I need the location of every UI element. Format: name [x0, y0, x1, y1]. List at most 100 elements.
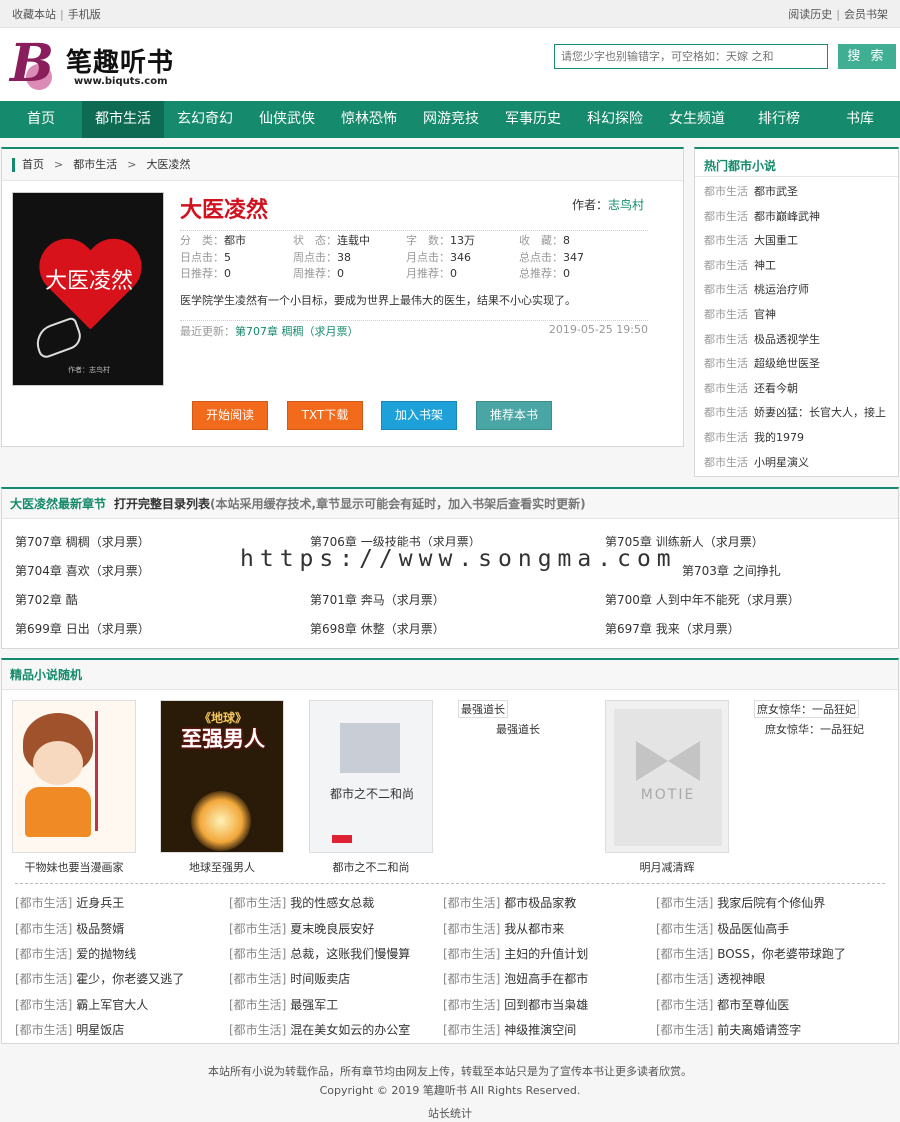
list-item[interactable]: [都市生活] 极品医仙高手: [656, 920, 789, 937]
member-shelf-link[interactable]: 会员书架: [844, 8, 888, 21]
breadcrumb-marker: [12, 158, 15, 172]
nav-female[interactable]: 女生频道: [656, 101, 738, 138]
txt-download-button[interactable]: TXT下载: [287, 401, 363, 430]
list-item[interactable]: 都市生活 极品透视学生: [704, 328, 886, 353]
nav-xianxia[interactable]: 仙侠武侠: [246, 101, 328, 138]
list-item[interactable]: 都市生活 都市武圣: [704, 180, 886, 205]
list-item[interactable]: [都市生活] 主妇的升值计划: [443, 945, 588, 962]
add-bookshelf-button[interactable]: 加入书架: [381, 401, 457, 430]
book-caption[interactable]: 地球至强男人: [160, 859, 284, 875]
stats-row: 日点击：5 周点击：38 月点击：346 总点击：347: [180, 250, 584, 264]
search-button[interactable]: 搜 索: [838, 44, 896, 69]
list-item[interactable]: [都市生活] 霍少，你老婆又逃了: [15, 970, 184, 987]
chapter-link[interactable]: 第700章 人到中年不能死（求月票）: [605, 591, 800, 608]
nav-games[interactable]: 网游竞技: [410, 101, 492, 138]
list-item[interactable]: [都市生活] 透视神眼: [656, 970, 765, 987]
list-item[interactable]: 都市生活 娇妻凶猛：长官大人，接上: [704, 401, 886, 426]
list-item[interactable]: [都市生活] 我的性感女总裁: [229, 894, 374, 911]
book-cover-thumb[interactable]: 《地球》 至强男人: [160, 700, 284, 853]
list-item[interactable]: [都市生活] 最强军工: [229, 996, 338, 1013]
list-item[interactable]: [都市生活] 近身兵王: [15, 894, 124, 911]
latest-chapter-link[interactable]: 第707章 稠稠（求月票）: [235, 325, 359, 338]
list-item[interactable]: 都市生活 桃运治疗师: [704, 278, 886, 303]
list-item[interactable]: 都市生活 还看今朝: [704, 377, 886, 402]
book-caption[interactable]: 最强道长: [496, 721, 540, 737]
list-item[interactable]: [都市生活] 回到都市当枭雄: [443, 996, 588, 1013]
chapter-link[interactable]: 第702章 酷: [15, 591, 78, 608]
reading-history-link[interactable]: 阅读历史: [788, 8, 832, 21]
chapter-link[interactable]: 第697章 我来（求月票）: [605, 620, 740, 637]
list-item[interactable]: [都市生活] 霸上军官大人: [15, 996, 148, 1013]
main-nav: 首页 都市生活 玄幻奇幻 仙侠武侠 惊林恐怖 网游竞技 军事历史 科幻探险 女生…: [0, 101, 900, 138]
start-reading-button[interactable]: 开始阅读: [192, 401, 268, 430]
list-item[interactable]: [都市生活] 极品赘婿: [15, 920, 124, 937]
bookmark-site-link[interactable]: 收藏本站: [12, 8, 56, 21]
watermark: https://www.songma.com: [240, 546, 677, 572]
list-item[interactable]: [都市生活] 神级推演空间: [443, 1021, 576, 1038]
list-item[interactable]: 都市生活 超级绝世医圣: [704, 352, 886, 377]
list-item[interactable]: 都市生活 官神: [704, 303, 886, 328]
chapter-link[interactable]: 第699章 日出（求月票）: [15, 620, 150, 637]
list-item[interactable]: [都市生活] 夏末晚良辰安好: [229, 920, 374, 937]
author-link[interactable]: 志鸟村: [608, 198, 644, 212]
list-item[interactable]: [都市生活] 我从都市来: [443, 920, 564, 937]
nav-ranking[interactable]: 排行榜: [738, 101, 820, 138]
site-logo[interactable]: B 笔趣听书 www.biquts.com: [10, 38, 190, 94]
list-item[interactable]: [都市生活] 泡妞高手在都市: [443, 970, 588, 987]
nav-urban[interactable]: 都市生活: [82, 101, 164, 138]
book-cover-thumb[interactable]: [12, 700, 136, 853]
recommend-book-button[interactable]: 推荐本书: [476, 401, 552, 430]
list-item[interactable]: [都市生活] BOSS，你老婆带球跑了: [656, 945, 846, 962]
book-stats: 分 类：都市 状 态：连载中 字 数：13万 收 藏：8 日点击：5 周点击：3…: [180, 230, 648, 283]
list-item[interactable]: 都市生活 都市巅峰武神: [704, 205, 886, 230]
book-caption[interactable]: 明月减清辉: [605, 859, 729, 875]
list-item[interactable]: [都市生活] 混在美女如云的办公室: [229, 1021, 410, 1038]
breadcrumb-home[interactable]: 首页: [22, 158, 44, 171]
anime-body-icon: [25, 787, 91, 837]
broken-cover-alt[interactable]: 最强道长: [458, 700, 508, 718]
broken-cover-alt[interactable]: 庶女惊华：一品狂妃: [754, 700, 859, 718]
list-item[interactable]: 都市生活 神工: [704, 254, 886, 279]
calligraphy-icon: [95, 711, 125, 831]
book-cover-thumb[interactable]: 都市之不二和尚: [309, 700, 433, 853]
nav-fantasy[interactable]: 玄幻奇幻: [164, 101, 246, 138]
list-item[interactable]: 都市生活 大国重工: [704, 229, 886, 254]
divider: [695, 176, 898, 177]
book-cover-thumb[interactable]: MOTIE: [605, 700, 729, 853]
chapter-link[interactable]: 第698章 休整（求月票）: [310, 620, 445, 637]
list-item[interactable]: [都市生活] 我家后院有个修仙界: [656, 894, 825, 911]
list-item[interactable]: [都市生活] 前夫离婚请签字: [656, 1021, 801, 1038]
chapter-link[interactable]: 第703章 之间挣扎: [682, 562, 781, 579]
book-cover[interactable]: 大医凌然 作者：志鸟村: [12, 192, 164, 386]
breadcrumb-book: 大医凌然: [146, 158, 191, 171]
list-item[interactable]: [都市生活] 时间贩卖店: [229, 970, 350, 987]
nav-library[interactable]: 书库: [820, 101, 900, 138]
mobile-version-link[interactable]: 手机版: [68, 8, 101, 21]
nav-scifi[interactable]: 科幻探险: [574, 101, 656, 138]
book-caption[interactable]: 干物妹也要当漫画家: [12, 859, 136, 875]
list-item[interactable]: [都市生活] 明星饭店: [15, 1021, 124, 1038]
footer-disclaimer: 本站所有小说为转载作品，所有章节均由网友上传，转载至本站只是为了宣传本书让更多读…: [208, 1065, 692, 1078]
nav-military[interactable]: 军事历史: [492, 101, 574, 138]
book-author: 作者：志鸟村: [572, 198, 645, 212]
list-item[interactable]: [都市生活] 都市极品家教: [443, 894, 576, 911]
search-input[interactable]: [554, 44, 828, 69]
breadcrumb-category[interactable]: 都市生活: [73, 158, 117, 171]
chapter-link[interactable]: 第707章 稠稠（求月票）: [15, 533, 150, 550]
list-item[interactable]: [都市生活] 都市至尊仙医: [656, 996, 789, 1013]
chapter-link[interactable]: 第704章 喜欢（求月票）: [15, 562, 150, 579]
chapter-link[interactable]: 第701章 奔马（求月票）: [310, 591, 445, 608]
book-caption[interactable]: 庶女惊华：一品狂妃: [765, 721, 864, 737]
site-stats-link[interactable]: 站长统计: [0, 1104, 900, 1122]
divider: [15, 883, 885, 884]
book-title: 大医凌然: [180, 198, 269, 223]
list-item[interactable]: 都市生活 我的1979: [704, 426, 886, 451]
book-caption[interactable]: 都市之不二和尚: [309, 859, 433, 875]
list-item[interactable]: [都市生活] 爱的抛物线: [15, 945, 136, 962]
list-item[interactable]: 都市生活 小明星演义: [704, 451, 886, 476]
full-catalog-link[interactable]: 打开完整目录列表: [114, 497, 210, 511]
nav-home[interactable]: 首页: [0, 101, 82, 138]
list-item[interactable]: [都市生活] 总裁，这账我们慢慢算: [229, 945, 410, 962]
cover-author: 作者：志鸟村: [68, 366, 110, 374]
nav-horror[interactable]: 惊林恐怖: [328, 101, 410, 138]
